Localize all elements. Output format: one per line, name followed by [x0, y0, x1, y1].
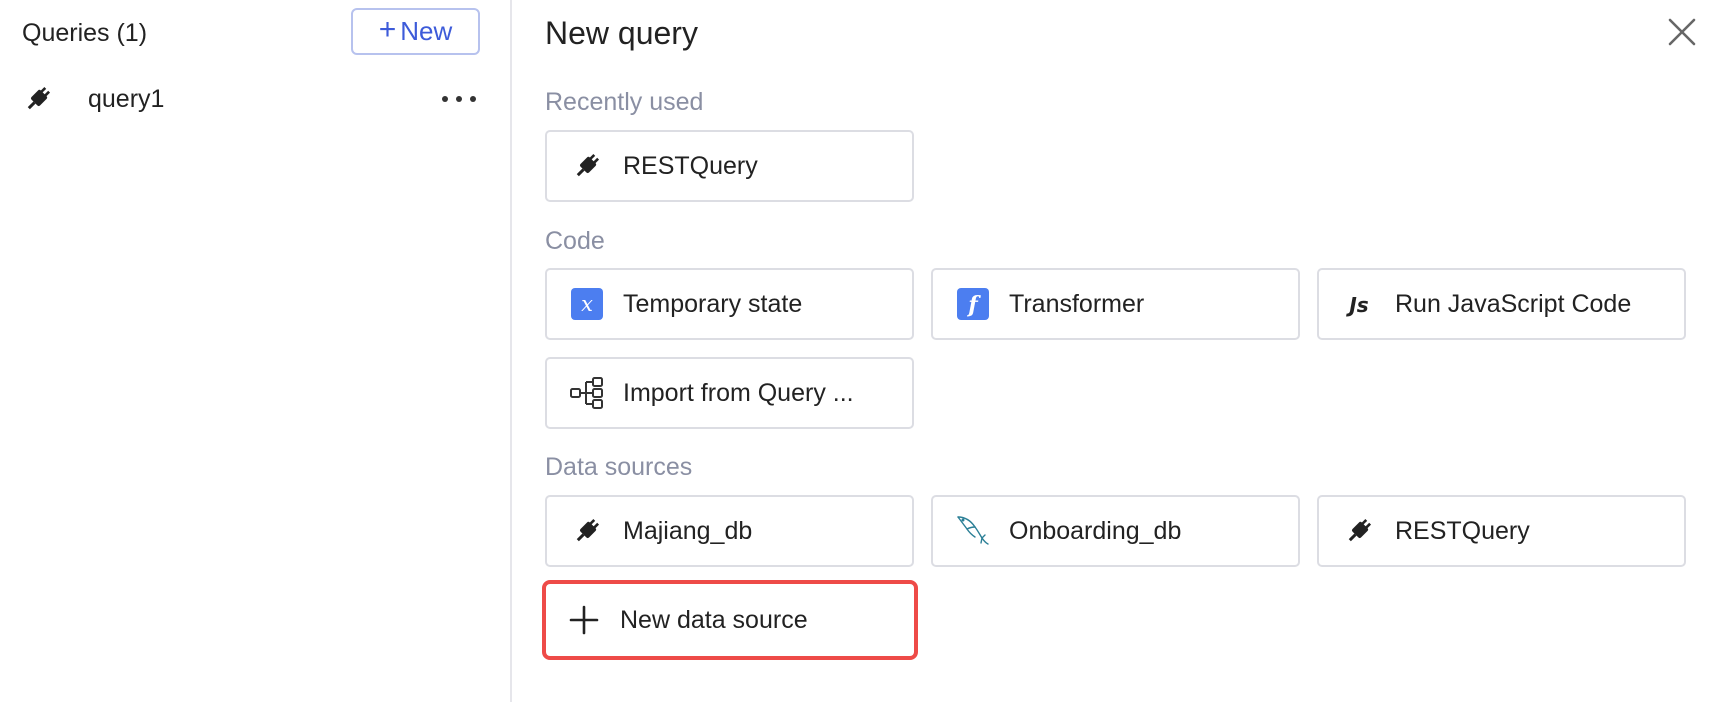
tile-restquery[interactable]: RESTQuery	[1317, 495, 1686, 567]
tile-label: Onboarding_db	[1009, 516, 1182, 545]
svg-text:Js: Js	[1345, 293, 1368, 317]
query-library-icon	[569, 375, 605, 411]
plug-icon	[569, 148, 605, 184]
tile-label: Temporary state	[623, 289, 803, 318]
new-query-panel: New query Recently used RESTQuery Code x…	[514, 0, 1720, 702]
close-icon[interactable]	[1664, 14, 1700, 50]
tile-label: Majiang_db	[623, 516, 753, 545]
queries-header: Queries (1) + New	[22, 0, 482, 66]
section-label-recently-used: Recently used	[545, 88, 704, 116]
tile-label: Import from Query ...	[623, 378, 854, 407]
section-label-code: Code	[545, 227, 605, 255]
plus-icon: +	[378, 13, 397, 46]
transformer-icon: f	[955, 286, 991, 322]
svg-text:x: x	[581, 292, 593, 316]
plug-icon	[1341, 513, 1377, 549]
tile-label: New data source	[620, 605, 808, 634]
section-label-data-sources: Data sources	[545, 453, 693, 481]
tile-transformer[interactable]: f Transformer	[931, 268, 1300, 340]
tile-onboarding-db[interactable]: Onboarding_db	[931, 495, 1300, 567]
plug-icon	[569, 513, 605, 549]
new-data-source-button[interactable]: New data source	[542, 580, 918, 660]
tile-label: RESTQuery	[623, 151, 758, 180]
tile-import-from-query-library[interactable]: Import from Query ...	[545, 357, 914, 429]
javascript-icon: Js	[1341, 286, 1377, 322]
tile-majiang-db[interactable]: Majiang_db	[545, 495, 914, 567]
plug-icon	[22, 83, 54, 115]
tile-recent-restquery[interactable]: RESTQuery	[545, 130, 914, 202]
new-query-button[interactable]: + New	[351, 8, 480, 55]
query-name: query1	[88, 84, 165, 113]
tile-label: Transformer	[1009, 289, 1145, 318]
queries-title: Queries (1)	[22, 19, 148, 47]
new-button-label: New	[400, 16, 453, 46]
plus-icon	[566, 602, 602, 638]
tile-label: Run JavaScript Code	[1395, 289, 1632, 318]
mysql-dolphin-icon	[955, 513, 991, 549]
more-options-icon[interactable]	[442, 84, 476, 114]
tile-temporary-state[interactable]: x Temporary state	[545, 268, 914, 340]
temporary-state-icon: x	[569, 286, 605, 322]
query-list-item[interactable]: query1	[22, 74, 482, 124]
tile-run-javascript[interactable]: Js Run JavaScript Code	[1317, 268, 1686, 340]
queries-panel: Queries (1) + New query1	[0, 0, 512, 702]
tile-label: RESTQuery	[1395, 516, 1530, 545]
new-query-title: New query	[545, 15, 698, 51]
